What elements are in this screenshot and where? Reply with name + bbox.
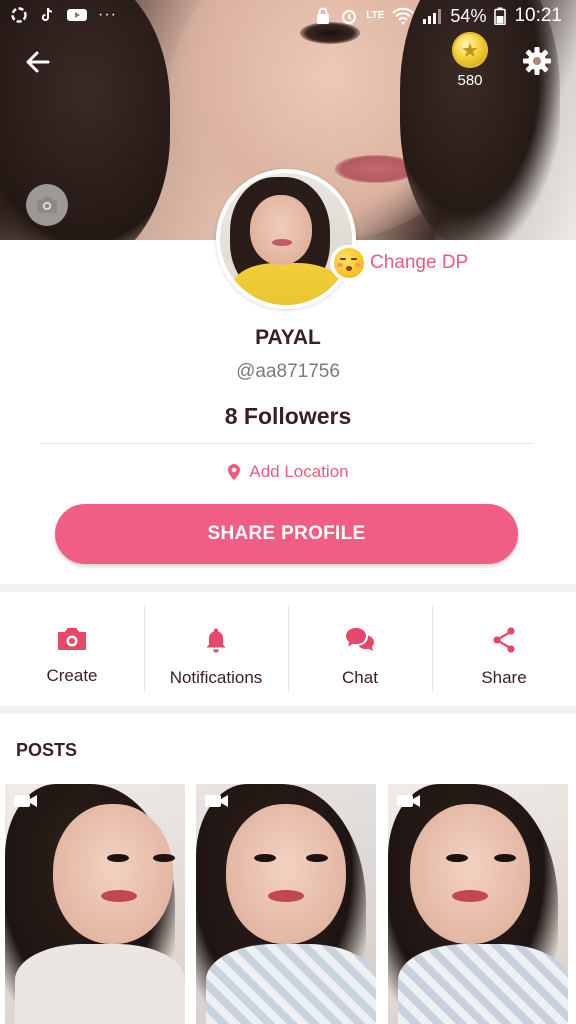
youtube-icon: [67, 9, 87, 21]
lock-icon: [317, 7, 330, 24]
share-button[interactable]: Share: [432, 592, 576, 706]
profile-handle: @aa871756: [236, 361, 340, 382]
battery-icon: [494, 7, 507, 25]
change-dp-label: Change DP: [370, 252, 469, 273]
chat-button[interactable]: Chat: [288, 592, 432, 706]
chat-label: Chat: [342, 668, 378, 687]
battery-percent: 54%: [450, 5, 487, 26]
network-type-label: LTE: [366, 10, 385, 21]
post-thumbnail[interactable]: [5, 784, 185, 1024]
gear-icon: [523, 47, 551, 75]
clock: 10:21: [514, 5, 562, 26]
add-location-button[interactable]: Add Location: [0, 462, 576, 482]
profile-name: PAYAL: [255, 326, 321, 349]
arrow-left-icon: [26, 51, 50, 73]
avatar[interactable]: [216, 169, 356, 309]
add-location-label: Add Location: [249, 462, 349, 481]
post-thumbnail[interactable]: [196, 784, 376, 1024]
notifications-label: Notifications: [169, 668, 263, 687]
posts-title: POSTS: [16, 740, 78, 760]
chat-bubbles-icon: [346, 628, 374, 651]
change-dp-button[interactable]: Change DP: [330, 245, 477, 281]
settings-button[interactable]: [518, 42, 556, 80]
share-label: Share: [481, 668, 527, 687]
coin-icon[interactable]: ★: [452, 32, 488, 68]
create-label: Create: [46, 666, 98, 685]
change-cover-button[interactable]: [26, 184, 68, 226]
tiktok-icon: [41, 7, 53, 22]
signal-icon: [423, 9, 442, 24]
back-button[interactable]: [20, 44, 56, 80]
bell-icon: [206, 628, 226, 653]
video-camera-icon: [205, 795, 228, 807]
video-camera-icon: [14, 795, 37, 807]
kissing-face-icon: [334, 248, 364, 278]
alarm-icon: [342, 10, 357, 24]
camera-icon: [58, 628, 86, 650]
post-thumbnail[interactable]: [388, 784, 568, 1024]
more-notifications-icon: ···: [98, 6, 117, 23]
share-icon: [493, 627, 515, 653]
followers-count[interactable]: 8 Followers: [0, 403, 576, 430]
location-pin-icon: [228, 464, 241, 480]
posts-section: POSTS: [0, 714, 576, 1024]
actions-row: Create Notifications Chat Share: [0, 592, 576, 706]
create-button[interactable]: Create: [0, 592, 144, 706]
divider: [40, 443, 532, 444]
status-bar: ··· LTE 54% 10:21: [0, 0, 576, 32]
share-profile-button[interactable]: SHARE PROFILE: [55, 504, 518, 564]
wifi-icon: [392, 7, 415, 25]
app-ring-icon: [11, 7, 27, 23]
camera-icon: [37, 197, 57, 213]
video-camera-icon: [397, 795, 420, 807]
notifications-button[interactable]: Notifications: [144, 592, 288, 706]
coin-count: 580: [457, 72, 483, 89]
